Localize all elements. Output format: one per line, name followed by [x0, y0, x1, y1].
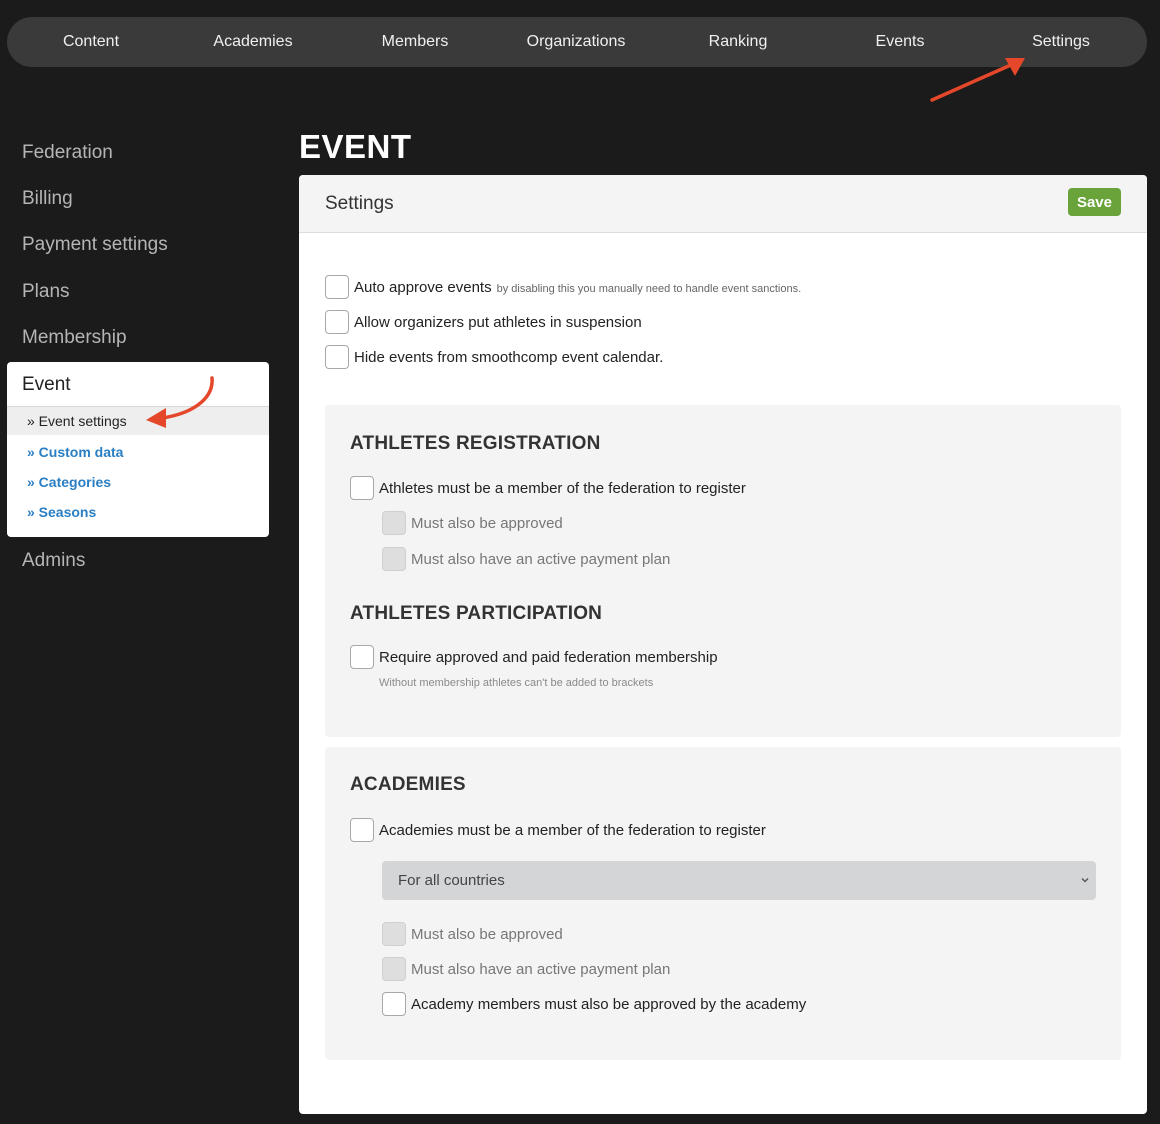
sidebar-item-payment-settings[interactable]: Payment settings	[22, 234, 168, 256]
academies-must-payment-row: Must also have an active payment plan	[382, 957, 670, 981]
academies-heading: ACADEMIES	[350, 774, 466, 795]
require-membership-label: Require approved and paid federation mem…	[379, 648, 718, 666]
sidebar-item-plans[interactable]: Plans	[22, 281, 70, 303]
country-select-value: For all countries	[398, 872, 505, 889]
sidebar-item-billing[interactable]: Billing	[22, 188, 73, 210]
nav-academies[interactable]: Academies	[213, 17, 292, 67]
auto-approve-row: Auto approve events by disabling this yo…	[325, 275, 801, 299]
athletes-must-approved-row: Must also be approved	[382, 511, 563, 535]
academies-must-payment-checkbox[interactable]	[382, 957, 406, 981]
athletes-must-approved-checkbox[interactable]	[382, 511, 406, 535]
nav-ranking[interactable]: Ranking	[709, 17, 768, 67]
academies-must-member-label: Academies must be a member of the federa…	[379, 821, 766, 839]
hide-events-label: Hide events from smoothcomp event calend…	[354, 348, 664, 366]
athletes-participation-heading: ATHLETES PARTICIPATION	[350, 603, 603, 624]
card-header: Settings Save	[299, 175, 1147, 233]
athletes-must-payment-row: Must also have an active payment plan	[382, 547, 670, 571]
allow-suspension-label: Allow organizers put athletes in suspens…	[354, 313, 642, 331]
require-membership-row: Require approved and paid federation mem…	[350, 645, 718, 669]
hide-events-checkbox[interactable]	[325, 345, 349, 369]
academies-must-payment-label: Must also have an active payment plan	[411, 960, 671, 978]
top-navigation: Content Academies Members Organizations …	[7, 17, 1147, 67]
academy-members-approved-checkbox[interactable]	[382, 992, 406, 1016]
academies-must-approved-row: Must also be approved	[382, 922, 563, 946]
academies-must-member-row: Academies must be a member of the federa…	[350, 818, 766, 842]
nav-organizations[interactable]: Organizations	[527, 17, 626, 67]
sidebar-item-admins[interactable]: Admins	[22, 550, 85, 572]
sidebar-item-event[interactable]: Event	[7, 362, 269, 407]
athletes-must-member-row: Athletes must be a member of the federat…	[350, 476, 746, 500]
athletes-must-member-label: Athletes must be a member of the federat…	[379, 479, 746, 497]
nav-content[interactable]: Content	[63, 17, 119, 67]
sidebar-sub-event-settings[interactable]: » Event settings	[7, 407, 269, 435]
athletes-must-member-checkbox[interactable]	[350, 476, 374, 500]
academies-section: ACADEMIES Academies must be a member of …	[325, 747, 1121, 1060]
settings-card: Settings Save Auto approve events by dis…	[299, 175, 1147, 1114]
allow-suspension-checkbox[interactable]	[325, 310, 349, 334]
save-button[interactable]: Save	[1067, 188, 1121, 216]
academies-must-approved-checkbox[interactable]	[382, 922, 406, 946]
country-select[interactable]: For all countries	[382, 861, 1096, 900]
require-membership-checkbox[interactable]	[350, 645, 374, 669]
athletes-must-approved-label: Must also be approved	[411, 514, 563, 532]
athletes-section: ATHLETES REGISTRATION Athletes must be a…	[325, 405, 1121, 737]
nav-events[interactable]: Events	[876, 17, 925, 67]
academies-must-member-checkbox[interactable]	[350, 818, 374, 842]
nav-members[interactable]: Members	[382, 17, 449, 67]
sidebar-sub-custom-data[interactable]: » Custom data	[7, 437, 269, 467]
allow-suspension-row: Allow organizers put athletes in suspens…	[325, 310, 642, 334]
academy-members-approved-label: Academy members must also be approved by…	[411, 995, 807, 1013]
sidebar-sub-seasons[interactable]: » Seasons	[7, 497, 269, 527]
auto-approve-checkbox[interactable]	[325, 275, 349, 299]
athletes-must-payment-label: Must also have an active payment plan	[411, 550, 671, 568]
auto-approve-label: Auto approve events	[354, 278, 492, 296]
sidebar-item-membership[interactable]: Membership	[22, 327, 127, 349]
athletes-registration-heading: ATHLETES REGISTRATION	[350, 433, 601, 454]
hide-events-row: Hide events from smoothcomp event calend…	[325, 345, 663, 369]
academy-members-approved-row: Academy members must also be approved by…	[382, 992, 806, 1016]
require-membership-note: Without membership athletes can't be add…	[379, 677, 654, 689]
academies-must-approved-label: Must also be approved	[411, 925, 563, 943]
card-title: Settings	[325, 193, 394, 214]
nav-settings[interactable]: Settings	[1032, 17, 1090, 67]
sidebar-sub-categories[interactable]: » Categories	[7, 467, 269, 497]
athletes-must-payment-checkbox[interactable]	[382, 547, 406, 571]
sidebar-event-panel: Event » Event settings » Custom data » C…	[7, 362, 269, 537]
sidebar-item-federation[interactable]: Federation	[22, 142, 113, 164]
page-title: EVENT	[299, 128, 412, 165]
chevron-down-icon	[1081, 878, 1089, 883]
auto-approve-hint: by disabling this you manually need to h…	[496, 282, 802, 295]
